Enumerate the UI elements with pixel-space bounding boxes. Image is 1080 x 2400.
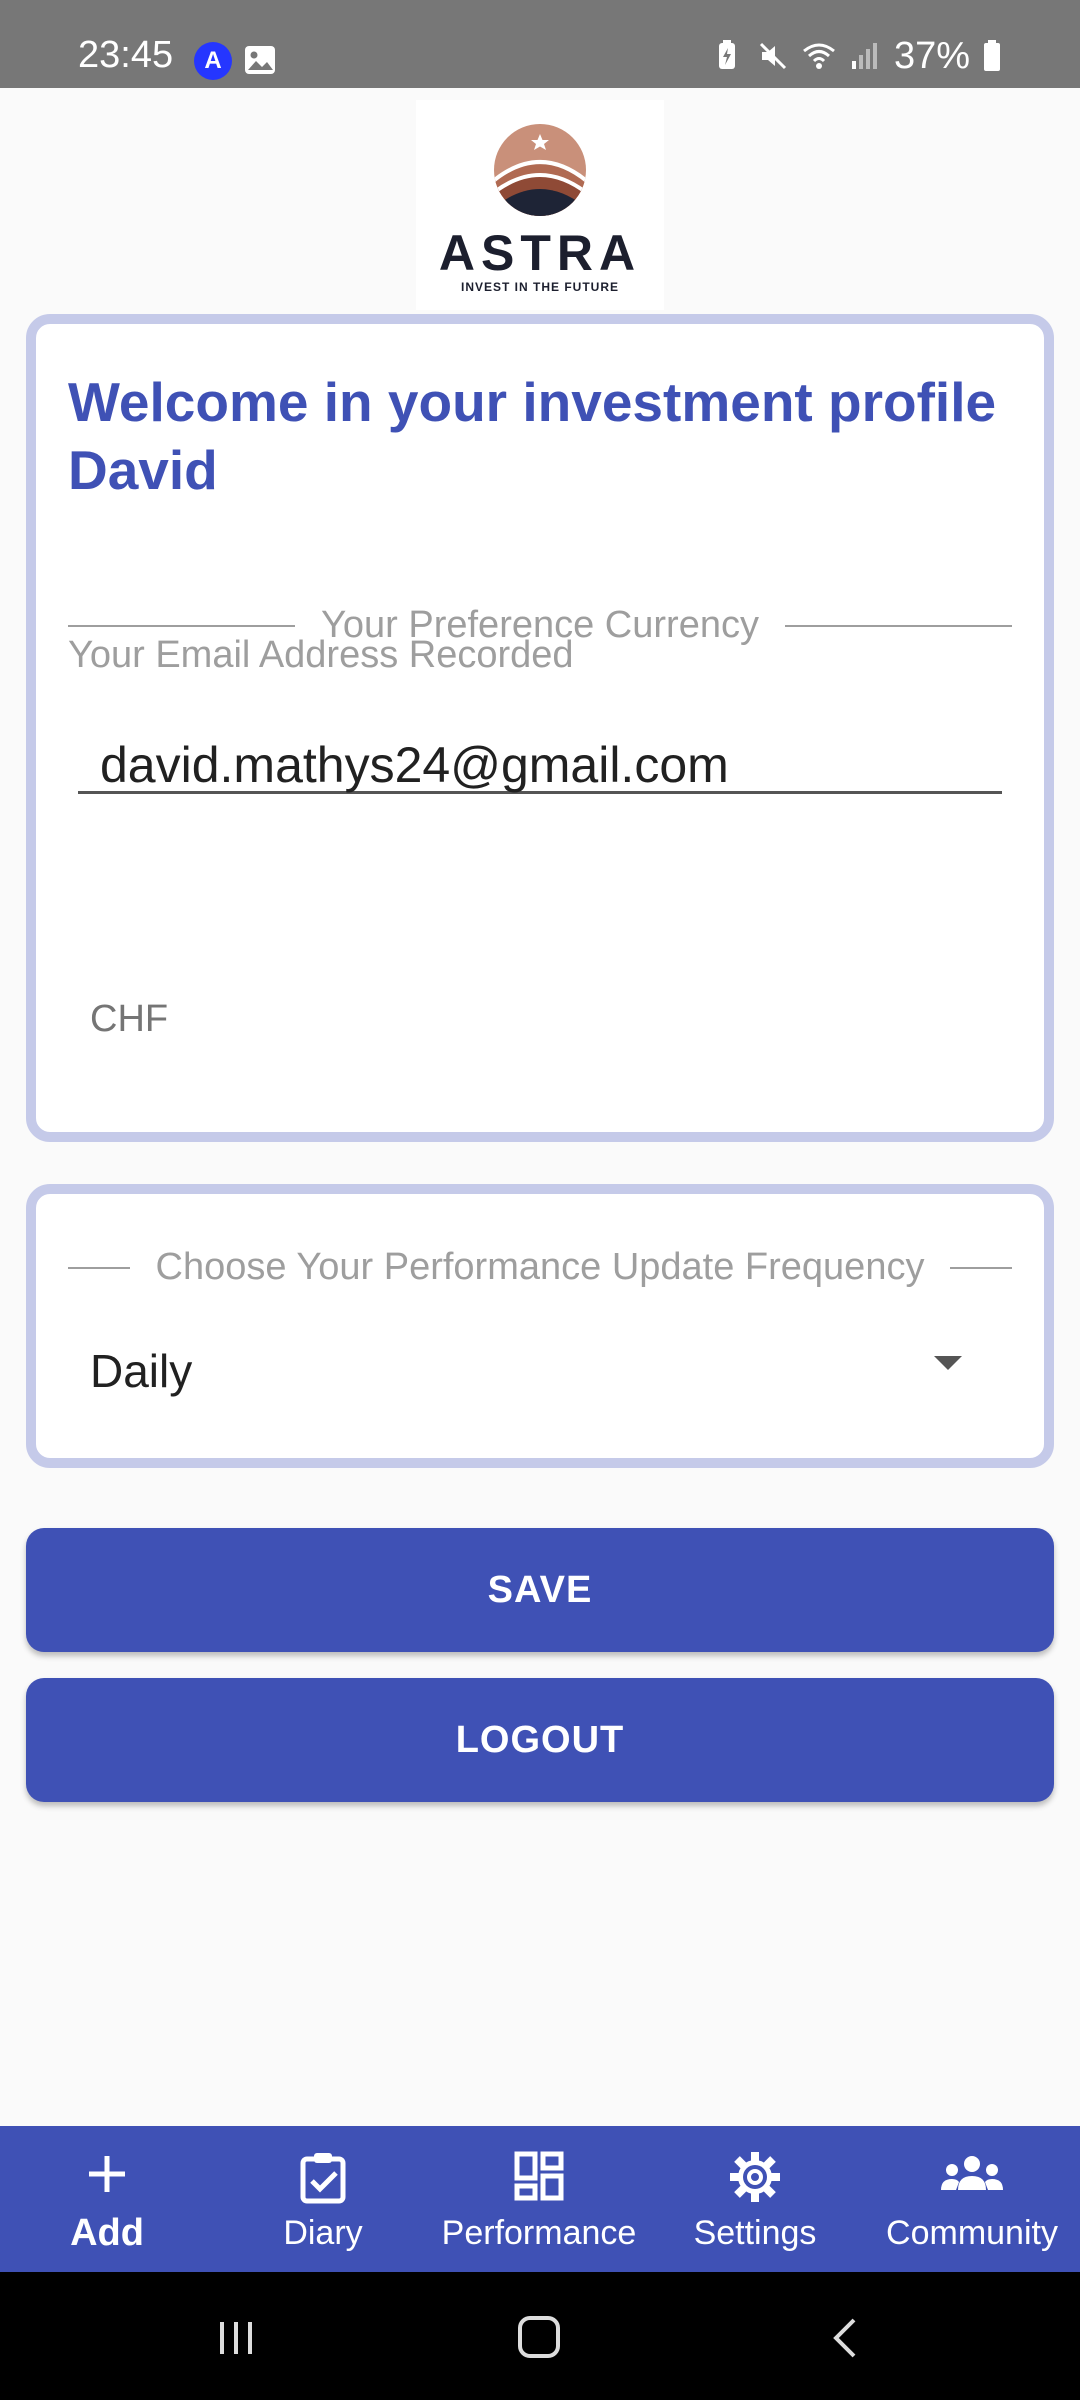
nav-item-performance[interactable]: Performance xyxy=(432,2126,646,2272)
astra-logo: ASTRA INVEST IN THE FUTURE xyxy=(416,100,664,310)
divider xyxy=(68,1266,130,1269)
back-icon[interactable] xyxy=(826,2316,866,2360)
currency-legend: Your Preference Currency xyxy=(68,604,1012,647)
frequency-card: Daily xyxy=(26,1184,1054,1468)
nav-item-diary[interactable]: Diary xyxy=(214,2126,432,2272)
recents-icon[interactable] xyxy=(216,2318,256,2358)
status-time: 23:45 xyxy=(78,34,174,76)
frequency-select[interactable]: Daily xyxy=(90,1340,970,1410)
logo-tagline: INVEST IN THE FUTURE xyxy=(460,280,619,294)
logout-button[interactable]: LOGOUT xyxy=(26,1678,1054,1802)
frequency-label: Choose Your Performance Update Frequency xyxy=(155,1246,925,1288)
signal-icon xyxy=(851,43,877,69)
logo-name: ASTRA xyxy=(438,225,642,281)
email-field[interactable]: david.mathys24@gmail.com xyxy=(78,734,1002,794)
status-icons: 37% xyxy=(710,36,1002,76)
nav-label-community: Community xyxy=(886,2214,1058,2252)
wifi-icon xyxy=(803,43,835,69)
app-badge-icon: A xyxy=(194,42,232,80)
gallery-icon xyxy=(245,46,275,74)
home-icon[interactable] xyxy=(518,2316,560,2358)
divider xyxy=(784,624,1012,627)
nav-label-settings: Settings xyxy=(693,2214,817,2252)
dashboard-icon xyxy=(514,2151,564,2201)
profile-card: Welcome in your investment profile David… xyxy=(26,314,1054,1142)
currency-value[interactable]: CHF xyxy=(90,998,168,1041)
nav-label-diary: Diary xyxy=(283,2214,363,2252)
clipboard-check-icon xyxy=(300,2153,346,2204)
currency-label: Your Preference Currency xyxy=(321,604,759,646)
gear-icon xyxy=(730,2152,780,2202)
save-button[interactable]: SAVE xyxy=(26,1528,1054,1652)
divider xyxy=(68,624,296,627)
divider xyxy=(950,1266,1012,1269)
nav-item-settings[interactable]: Settings xyxy=(646,2126,864,2272)
plus-icon xyxy=(89,2156,125,2192)
battery-percent: 37% xyxy=(893,35,970,77)
nav-item-community[interactable]: Community xyxy=(864,2126,1080,2272)
frequency-legend: Choose Your Performance Update Frequency xyxy=(68,1246,1012,1289)
system-navigation-bar xyxy=(0,2272,1080,2400)
group-icon xyxy=(941,2156,1003,2190)
email-value: david.mathys24@gmail.com xyxy=(100,737,729,793)
bottom-navigation: Add Diary Performance Settings Community xyxy=(0,2126,1080,2272)
frequency-selected: Daily xyxy=(90,1345,193,1397)
battery-saver-icon xyxy=(718,40,735,69)
status-bar: 23:45 A 37% xyxy=(0,0,1080,88)
welcome-heading: Welcome in your investment profile David xyxy=(68,371,997,501)
nav-item-add[interactable]: Add xyxy=(0,2126,214,2272)
battery-icon xyxy=(984,40,1000,71)
chevron-down-icon[interactable] xyxy=(934,1356,962,1370)
nav-label-add: Add xyxy=(70,2212,144,2254)
mute-icon xyxy=(759,42,786,70)
nav-label-performance: Performance xyxy=(441,2214,637,2252)
logo-emblem-icon xyxy=(494,124,586,216)
